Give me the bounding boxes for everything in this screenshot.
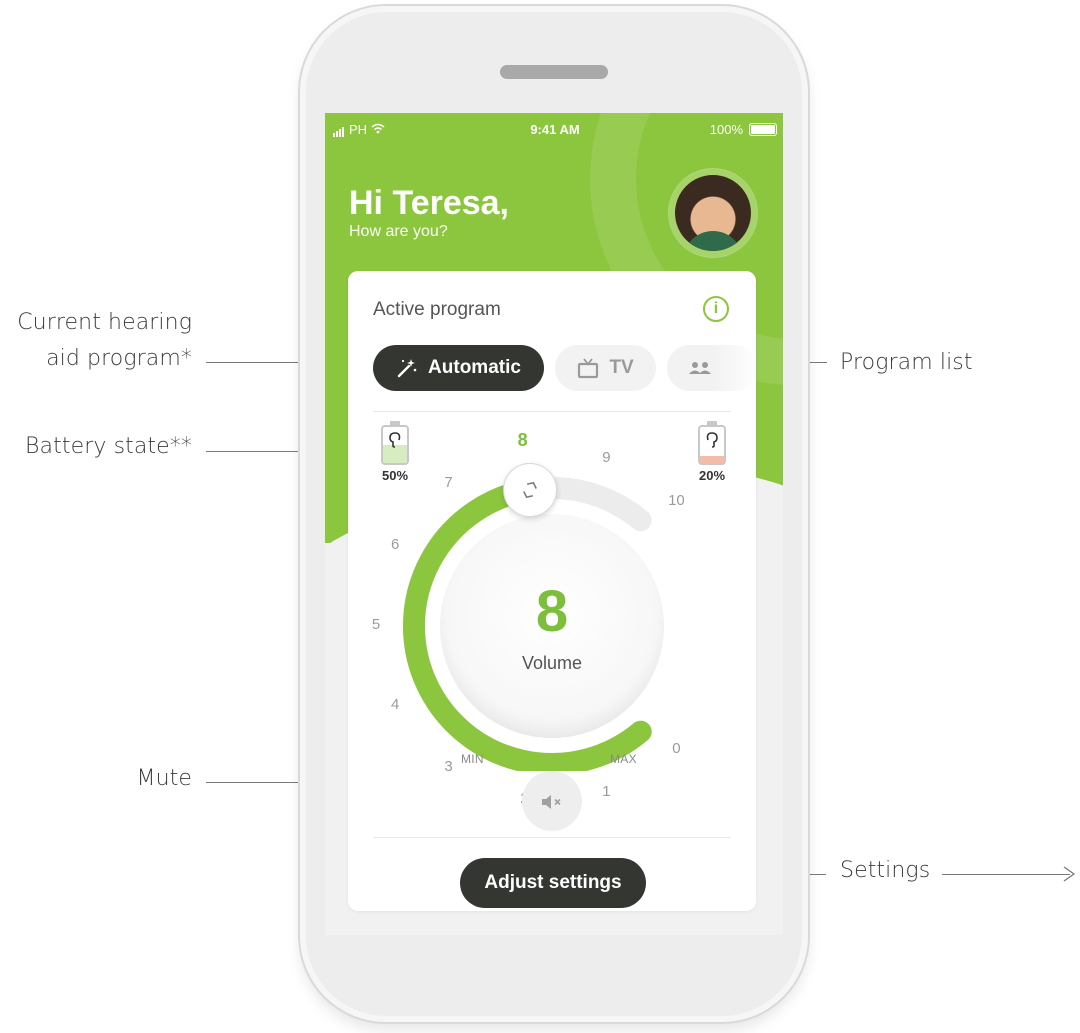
info-icon[interactable]: i [703,296,729,322]
program-tv-label: TV [609,357,634,378]
status-bar: PH 9:41 AM 100% [333,122,777,140]
volume-knob[interactable] [503,462,558,517]
battery-percent: 100% [709,122,743,137]
program-automatic-label: Automatic [428,357,521,378]
volume-scale-8: 8 [517,430,528,451]
tv-icon [578,358,599,379]
volume-label: Volume [521,653,583,673]
phone-speaker [500,65,608,79]
mute-button[interactable] [522,771,582,831]
status-right: 100% [710,122,777,137]
volume-scale-9: 9 [602,448,611,466]
avatar[interactable] [669,169,757,257]
program-list-fade [713,345,756,391]
min-label: MIN [461,752,484,766]
program-automatic[interactable]: Automatic [373,345,544,391]
greeting-subtitle: How are you? [349,223,448,240]
volume-scale-3: 3 [444,758,453,776]
adjust-settings-button[interactable]: Adjust settings [460,858,646,908]
volume-scale-7: 7 [444,473,453,491]
volume-scale-6: 6 [391,536,400,554]
divider-top [373,411,731,412]
greeting: Hi Teresa, How are you? [349,183,509,241]
people-icon [689,362,711,374]
arrow-right-icon [1063,866,1076,882]
max-label: MAX [610,752,637,766]
card-title: Active program [373,299,501,320]
magic-wand-icon [397,359,417,378]
callout-current-program-line2: aid program* [46,346,192,371]
program-list: Automatic TV [373,345,756,391]
greeting-title: Hi Teresa, [349,184,510,222]
speaker-mute-icon [542,794,561,809]
callout-current-program-line1: Current hearing [17,310,192,335]
phone-frame: PH 9:41 AM 100% Hi Teresa, How are you? … [300,6,808,1022]
volume-value: 8 [535,579,569,644]
volume-scale-5: 5 [371,616,381,633]
avatar-photo [675,175,751,251]
callout-mute: Mute [136,766,192,791]
volume-scale-1: 1 [602,783,611,801]
volume-scale-4: 4 [391,695,400,713]
callout-program-list: Program list [840,350,973,375]
drag-handle-icon [523,481,538,498]
volume-scale-10: 10 [668,491,685,509]
callout-settings: Settings [840,858,931,883]
program-tv[interactable]: TV [555,345,656,391]
volume-card: Active program i Automatic TV 50% 20% 0 … [348,271,756,911]
battery-icon [749,123,777,136]
divider-bottom [373,837,731,838]
callout-arrow-settings [942,874,1070,875]
callout-battery: Battery state** [25,434,192,459]
app-screen: PH 9:41 AM 100% Hi Teresa, How are you? … [325,113,783,935]
volume-scale-0: 0 [672,740,681,758]
